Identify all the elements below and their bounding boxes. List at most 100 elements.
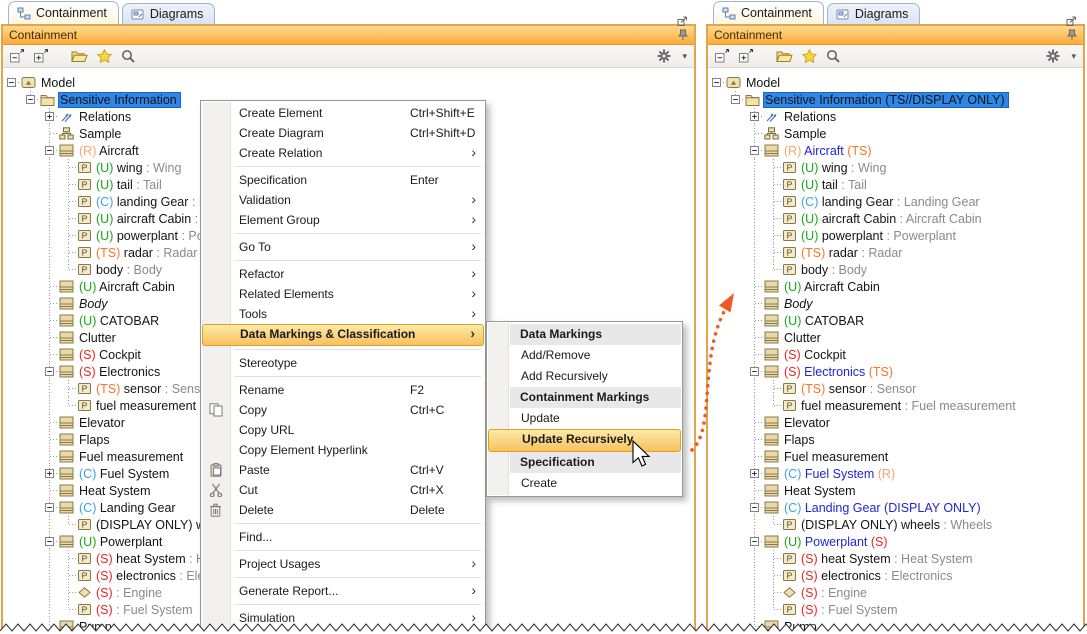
expand-toggle[interactable] [750, 469, 759, 478]
submenu-item-update[interactable]: Update [488, 408, 681, 429]
collapse-all-button[interactable] [739, 49, 754, 63]
settings-gear-button[interactable] [657, 49, 671, 63]
tree-row[interactable]: P(U) aircraft Cabin : Aircraft Cabin [708, 210, 1083, 227]
collapse-button[interactable] [715, 49, 730, 63]
settings-gear-button[interactable] [1046, 49, 1060, 63]
tree-row[interactable]: P(TS) sensor : Sensor [708, 380, 1083, 397]
expand-toggle[interactable] [750, 537, 759, 546]
menu-item-create-relation[interactable]: Create Relation› [202, 143, 484, 163]
collapse-all-button[interactable] [34, 49, 49, 63]
expand-toggle[interactable] [712, 78, 721, 87]
open-project-button[interactable] [71, 50, 88, 63]
expand-toggle[interactable] [26, 95, 35, 104]
search-button[interactable] [121, 49, 135, 63]
collapse-button[interactable] [10, 49, 25, 63]
favorites-star-button[interactable] [97, 49, 112, 63]
tree-row[interactable]: Clutter [708, 329, 1083, 346]
float-button[interactable] [1064, 14, 1079, 28]
tree-row[interactable]: (S) Electronics (TS) [708, 363, 1083, 380]
tree-row[interactable]: P(U) tail : Tail [708, 176, 1083, 193]
submenu-item-add-remove[interactable]: Add/Remove [488, 345, 681, 366]
menu-item-rename[interactable]: RenameF2 [202, 380, 484, 400]
menu-item-stereotype[interactable]: Stereotype [202, 353, 484, 373]
row-label-segment: (U) [96, 212, 117, 226]
tree-row[interactable]: P(C) landing Gear : Landing Gear [708, 193, 1083, 210]
expand-toggle[interactable] [731, 95, 740, 104]
menu-item-validation[interactable]: Validation› [202, 190, 484, 210]
menu-item-go-to[interactable]: Go To› [202, 237, 484, 257]
expand-toggle[interactable] [45, 469, 54, 478]
row-label-segment: (U) [784, 535, 805, 549]
tree-row[interactable]: (U) CATOBAR [708, 312, 1083, 329]
menu-item-specification[interactable]: SpecificationEnter [202, 170, 484, 190]
tree-row[interactable]: Fuel measurement [708, 448, 1083, 465]
tree-row[interactable]: P(U) wing : Wing [708, 159, 1083, 176]
expand-toggle[interactable] [45, 146, 54, 155]
menu-item-copy[interactable]: CopyCtrl+C [202, 400, 484, 420]
expand-toggle[interactable] [45, 112, 54, 121]
menu-item-paste[interactable]: PasteCtrl+V [202, 460, 484, 480]
float-button[interactable] [675, 14, 690, 28]
menu-item-find[interactable]: Find... [202, 527, 484, 547]
tree-row[interactable]: Elevator [708, 414, 1083, 431]
open-project-button[interactable] [776, 50, 793, 63]
tree-row[interactable]: Sensitive Information (TS//DISPLAY ONLY) [708, 91, 1083, 108]
menu-item-delete[interactable]: DeleteDelete [202, 500, 484, 520]
tree-row[interactable]: Body [708, 295, 1083, 312]
tab-containment[interactable]: Containment [713, 1, 824, 24]
tree-row[interactable]: Pfuel measurement : Fuel measurement [708, 397, 1083, 414]
pin-button[interactable] [675, 28, 690, 42]
expand-toggle[interactable] [7, 78, 16, 87]
tree-row[interactable]: (C) Landing Gear (DISPLAY ONLY) [708, 499, 1083, 516]
expand-toggle[interactable] [45, 503, 54, 512]
submenu-item-create[interactable]: Create [488, 473, 681, 494]
menu-item-project-usages[interactable]: Project Usages› [202, 554, 484, 574]
tab-diagrams[interactable]: Diagrams [827, 3, 921, 24]
menu-item-generate-report[interactable]: Generate Report...› [202, 581, 484, 601]
tree-row[interactable]: (R) Aircraft (TS) [708, 142, 1083, 159]
tree-row[interactable]: Sample [708, 125, 1083, 142]
search-button[interactable] [826, 49, 840, 63]
tree-row[interactable]: (U) Aircraft Cabin [708, 278, 1083, 295]
tree-row[interactable]: P(U) powerplant : Powerplant [708, 227, 1083, 244]
tree-row[interactable]: (S) : Engine [708, 584, 1083, 601]
menu-item-refactor[interactable]: Refactor› [202, 264, 484, 284]
tree-row[interactable]: (S) Cockpit [708, 346, 1083, 363]
dropdown-arrow-icon[interactable]: ▾ [682, 51, 687, 62]
menu-item-data-markings-classification[interactable]: Data Markings & Classification› [202, 324, 484, 346]
tree-row[interactable]: P(S) heat System : Heat System [708, 550, 1083, 567]
tree-row[interactable]: P(DISPLAY ONLY) wheels : Wheels [708, 516, 1083, 533]
menu-item-tools[interactable]: Tools› [202, 304, 484, 324]
expand-toggle[interactable] [750, 112, 759, 121]
menu-item-create-diagram[interactable]: Create DiagramCtrl+Shift+D [202, 123, 484, 143]
tree-row[interactable]: Heat System [708, 482, 1083, 499]
tree-row[interactable]: P(S) : Fuel System [708, 601, 1083, 618]
expand-toggle[interactable] [750, 146, 759, 155]
tree-row[interactable]: Flaps [708, 431, 1083, 448]
tree-row[interactable]: (U) Powerplant (S) [708, 533, 1083, 550]
menu-item-cut[interactable]: CutCtrl+X [202, 480, 484, 500]
menu-item-element-group[interactable]: Element Group› [202, 210, 484, 230]
menu-item-related-elements[interactable]: Related Elements› [202, 284, 484, 304]
tree-row[interactable]: Pbody : Body [708, 261, 1083, 278]
tab-diagrams[interactable]: Diagrams [122, 3, 216, 24]
tree-row[interactable]: P(TS) radar : Radar [708, 244, 1083, 261]
tree-row[interactable]: Model [708, 74, 1083, 91]
expand-toggle[interactable] [45, 537, 54, 546]
tree-row[interactable]: Relations [708, 108, 1083, 125]
pin-button[interactable] [1064, 28, 1079, 42]
favorites-star-button[interactable] [802, 49, 817, 63]
tree-row[interactable]: (C) Fuel System (R) [708, 465, 1083, 482]
expand-toggle[interactable] [750, 503, 759, 512]
submenu-item-add-recursively[interactable]: Add Recursively [488, 366, 681, 387]
menu-item-create-element[interactable]: Create ElementCtrl+Shift+E [202, 103, 484, 123]
menu-item-copy-element-hyperlink[interactable]: Copy Element Hyperlink [202, 440, 484, 460]
tab-containment[interactable]: Containment [8, 1, 119, 24]
expand-toggle[interactable] [45, 367, 54, 376]
menu-item-copy-url[interactable]: Copy URL [202, 420, 484, 440]
copy-icon [209, 403, 223, 417]
dropdown-arrow-icon[interactable]: ▾ [1071, 51, 1076, 62]
search-icon [121, 49, 135, 63]
tree-row[interactable]: P(S) electronics : Electronics [708, 567, 1083, 584]
tree-row[interactable]: Model [3, 74, 694, 91]
